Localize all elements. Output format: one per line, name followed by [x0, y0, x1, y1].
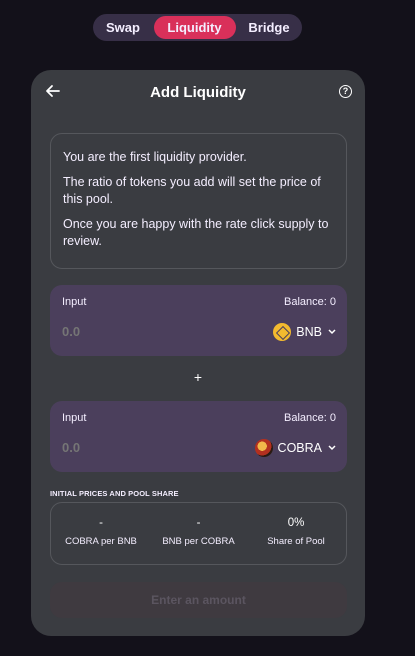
price-value: - — [99, 517, 103, 529]
input-panel-cobra: Input Balance: 0 COBRA — [50, 401, 347, 472]
price-item: - BNB per COBRA — [153, 517, 245, 564]
token-select-bnb[interactable]: BNB — [273, 322, 336, 342]
chevron-down-icon — [328, 329, 336, 335]
prices-and-pool-share: - COBRA per BNB - BNB per COBRA 0% Share… — [50, 502, 347, 565]
input-label: Input — [62, 296, 87, 308]
input-panel-bnb: Input Balance: 0 BNB — [50, 285, 347, 356]
plus-icon: + — [193, 369, 203, 385]
first-provider-notice: You are the first liquidity provider. Th… — [50, 133, 347, 269]
add-liquidity-card: Add Liquidity ? You are the first liquid… — [31, 70, 365, 636]
price-value: - — [196, 517, 201, 529]
amount-input-bnb[interactable] — [62, 324, 182, 339]
token-symbol: BNB — [296, 325, 322, 339]
tab-liquidity[interactable]: Liquidity — [153, 16, 236, 39]
nav-tabs: Swap Liquidity Bridge — [93, 14, 302, 41]
bnb-icon — [273, 323, 292, 341]
price-label: BNB per COBRA — [162, 536, 235, 547]
cobra-icon — [254, 439, 273, 457]
price-label: COBRA per BNB — [65, 536, 137, 547]
price-item: - COBRA per BNB — [55, 517, 147, 564]
price-label: Share of Pool — [267, 536, 325, 547]
input-label: Input — [62, 412, 87, 424]
notice-line-3: Once you are happy with the rate click s… — [63, 217, 329, 248]
balance-text: Balance: 0 — [284, 296, 336, 308]
tab-bridge[interactable]: Bridge — [238, 16, 300, 39]
enter-amount-button[interactable]: Enter an amount — [50, 582, 347, 618]
tab-swap[interactable]: Swap — [95, 16, 151, 39]
help-icon[interactable]: ? — [339, 85, 352, 98]
notice-line-2: The ratio of tokens you add will set the… — [63, 175, 321, 206]
page-title: Add Liquidity — [150, 84, 246, 101]
token-symbol: COBRA — [277, 441, 322, 455]
token-select-cobra[interactable]: COBRA — [254, 438, 336, 458]
balance-text: Balance: 0 — [284, 412, 336, 424]
price-value: 0% — [287, 517, 305, 529]
amount-input-cobra[interactable] — [62, 440, 182, 455]
notice-line-1: You are the first liquidity provider. — [63, 150, 247, 164]
price-item: 0% Share of Pool — [250, 517, 342, 564]
prices-heading: INITIAL PRICES AND POOL SHARE — [50, 489, 179, 498]
chevron-down-icon — [328, 445, 336, 451]
